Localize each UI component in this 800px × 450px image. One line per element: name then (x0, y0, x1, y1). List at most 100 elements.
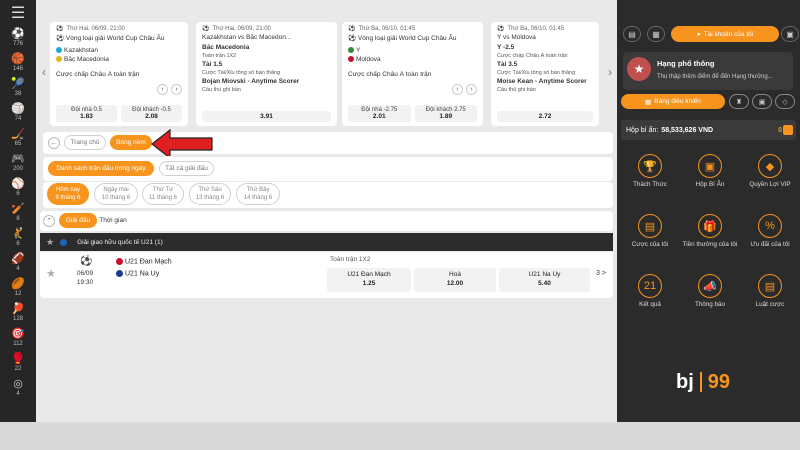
sidebar-sport-item[interactable]: ⚽ 776 (0, 26, 36, 51)
odd-button[interactable]: 3.91 (202, 111, 331, 122)
soccer-icon: ⚽ (497, 26, 505, 32)
breadcrumb-sport[interactable]: Bóng ném (110, 135, 152, 150)
my-account-button[interactable]: ● Tài khoản của tôi (671, 26, 779, 42)
darts-icon: 🎯 (11, 328, 25, 340)
account-tile[interactable]: 📣 Thông báo (681, 270, 739, 328)
account-tile[interactable]: 21 Kết quả (621, 270, 679, 328)
sidebar-sport-item[interactable]: 🏓 128 (0, 301, 36, 326)
odd-button[interactable]: Đội khách 2.75 1.89 (414, 105, 477, 122)
featured-combo-card[interactable]: ⚽ Thứ Hai, 06/09, 21:00 Kazakhstan vs Bắc… (196, 22, 337, 126)
chevron-left-icon[interactable]: ‹ (452, 84, 463, 95)
featured-match-card[interactable]: ⚽ Thứ Hai, 06/09, 21:00 ⚽ Vòng loại giải … (50, 22, 188, 126)
mma-icon: 🥊 (11, 353, 25, 365)
trophy-icon[interactable]: ♜ (729, 94, 749, 109)
featured-combo-card[interactable]: ⚽ Thứ Ba, 06/10, 01:45 Y vs Moldova Y -2.… (491, 22, 599, 126)
day-date: 9 tháng 6 (55, 195, 81, 201)
tab-all-leagues[interactable]: Tất cả giải đấu (159, 161, 214, 176)
flag-icon (348, 47, 354, 54)
sidebar-sport-item[interactable]: 🤾 6 (0, 226, 36, 251)
carousel-prev-icon[interactable]: ‹ (38, 64, 50, 80)
sidebar-sport-item[interactable]: 🎮 200 (0, 151, 36, 176)
tile-label: Quyền Lợi VIP (749, 181, 791, 188)
odd-draw-button[interactable]: Hoà 12.00 (414, 268, 496, 292)
sidebar-sport-item[interactable]: 🏈 4 (0, 251, 36, 276)
rank-title: Hạng phổ thông (657, 59, 715, 68)
day-tab[interactable]: Thứ Bảy 14 tháng 6 (236, 183, 280, 205)
odd-button[interactable]: Đội nhà 0.5 1.83 (56, 105, 117, 122)
sidebar-sport-item[interactable]: 🥊 22 (0, 351, 36, 376)
star-icon[interactable]: ★ (46, 237, 54, 248)
soccer-icon: ⚽ (348, 26, 356, 32)
account-tile[interactable]: ◆ Quyền Lợi VIP (741, 150, 799, 208)
account-tile[interactable]: 🏆 Thách Thức (621, 150, 679, 208)
bet-slip-icon[interactable]: ▤ (623, 26, 641, 42)
dashboard-button[interactable]: ▦ Bảng điều khiển (621, 94, 725, 109)
card-date: ⚽ Thứ Hai, 06/09, 21:00 (202, 25, 271, 33)
odd-home-button[interactable]: U21 Đan Mạch 1.25 (327, 268, 411, 292)
diamond-icon[interactable]: ◇ (775, 94, 795, 109)
promo-icon: % (758, 214, 782, 238)
odd-button[interactable]: 2.72 (497, 111, 593, 122)
day-tab[interactable]: Hôm nay 9 tháng 6 (47, 183, 89, 205)
day-tab[interactable]: Thứ Tư 11 tháng 6 (142, 183, 184, 205)
sidebar-sport-item[interactable]: 🏒 65 (0, 126, 36, 151)
carousel-next-icon[interactable]: › (604, 64, 616, 80)
flag-icon (348, 56, 354, 63)
star-icon[interactable]: ★ (46, 267, 56, 280)
grid-icon[interactable]: ▣ (781, 26, 799, 42)
soccer-icon: ⚽ (56, 35, 66, 42)
my-bets-icon: ▤ (638, 214, 662, 238)
back-arrow-icon[interactable]: ← (48, 137, 60, 149)
chevron-right-icon[interactable]: › (466, 84, 477, 95)
flag-icon (56, 47, 62, 54)
odd-button[interactable]: Đội nhà -2.75 2.01 (348, 105, 411, 122)
market-name: Toàn trận 1X2 (330, 256, 371, 263)
chevron-left-icon[interactable]: ‹ (157, 84, 168, 95)
account-tile[interactable]: ▣ Hộp Bí Ẩn (681, 150, 739, 208)
history-icon[interactable]: ▦ (647, 26, 665, 42)
chevron-right-icon[interactable]: › (171, 84, 182, 95)
day-date: 13 tháng 6 (195, 195, 225, 201)
day-date: 14 tháng 6 (243, 195, 273, 201)
sidebar-sport-item[interactable]: 🏉 12 (0, 276, 36, 301)
featured-match-card[interactable]: ⚽ Thứ Ba, 06/10, 01:45 ⚽ Vòng loại giải W… (342, 22, 483, 126)
day-tab[interactable]: Ngày mai 10 tháng 6 (94, 183, 138, 205)
rank-card[interactable]: ★ Hạng phổ thông Thu thập thêm điểm để đ… (623, 52, 793, 90)
account-tile[interactable]: 🎁 Tiền thưởng của tôi (681, 210, 739, 268)
tab-daily-matches[interactable]: Danh sách trận đấu trong ngày (48, 161, 154, 176)
odd-button[interactable]: Đội khách -0.5 2.08 (121, 105, 182, 122)
box-icon[interactable]: ▣ (752, 94, 772, 109)
sidebar-sport-item[interactable]: ⚾ 6 (0, 176, 36, 201)
tile-label: Cược của tôi (631, 241, 669, 248)
sort-by-time[interactable]: Thời gian (95, 213, 131, 228)
sort-by-league[interactable]: Giải đấu (59, 213, 97, 228)
trophy-icon: 🏆 (638, 154, 662, 178)
sports-rail: ☰ ⚽ 776 🏀 146 🎾 38 🏐 74 🏒 65 🎮 200 ⚾ 6 🏏 8 🤾 6 🏈 4 🏉 12 🏓 128 🎯 1… (0, 0, 36, 422)
soccer-icon: ⚽ (11, 28, 25, 40)
mystery-box-icon: ▣ (698, 154, 722, 178)
account-tile[interactable]: ▤ Luật cược (741, 270, 799, 328)
card-date: ⚽ Thứ Ba, 06/10, 01:45 (348, 25, 416, 33)
day-tab[interactable]: Thứ Sáu 13 tháng 6 (189, 183, 231, 205)
match-row[interactable]: ★ ⚽ 06/09 19:30 U21 Đan Mạch U21 Na Uy T… (40, 252, 613, 298)
more-markets-link[interactable]: 3 > (596, 270, 606, 277)
sidebar-sport-item[interactable]: ◎ 4 (0, 376, 36, 401)
odd-away-button[interactable]: U21 Na Uy 5.40 (499, 268, 590, 292)
tile-label: Ưu đãi của tôi (750, 241, 790, 248)
collapse-icon[interactable]: ⌃ (43, 215, 55, 227)
sidebar-sport-item[interactable]: 🏐 74 (0, 101, 36, 126)
dashboard-row: ▦ Bảng điều khiển ♜ ▣ ◇ (621, 94, 796, 110)
league-header[interactable]: ★ Giải giao hữu quốc tế U21 (1) (40, 233, 613, 251)
account-tile[interactable]: ▤ Cược của tôi (621, 210, 679, 268)
mystery-box-balance[interactable]: Hộp bí ẩn: 58,533,626 VND 0 (621, 120, 796, 140)
sidebar-sport-item[interactable]: 🏀 146 (0, 51, 36, 76)
account-panel: ▤ ▦ ● Tài khoản của tôi ▣ ★ Hạng phổ thôn… (617, 0, 800, 422)
account-tile[interactable]: % Ưu đãi của tôi (741, 210, 799, 268)
wallet-icon (783, 125, 793, 135)
sidebar-sport-item[interactable]: 🎾 38 (0, 76, 36, 101)
hamburger-icon[interactable]: ☰ (0, 0, 36, 26)
sidebar-sport-item[interactable]: 🏏 8 (0, 201, 36, 226)
sidebar-sport-item[interactable]: 🎯 112 (0, 326, 36, 351)
sport-count: 4 (16, 266, 20, 272)
breadcrumb-home[interactable]: Trang chủ (64, 135, 106, 150)
